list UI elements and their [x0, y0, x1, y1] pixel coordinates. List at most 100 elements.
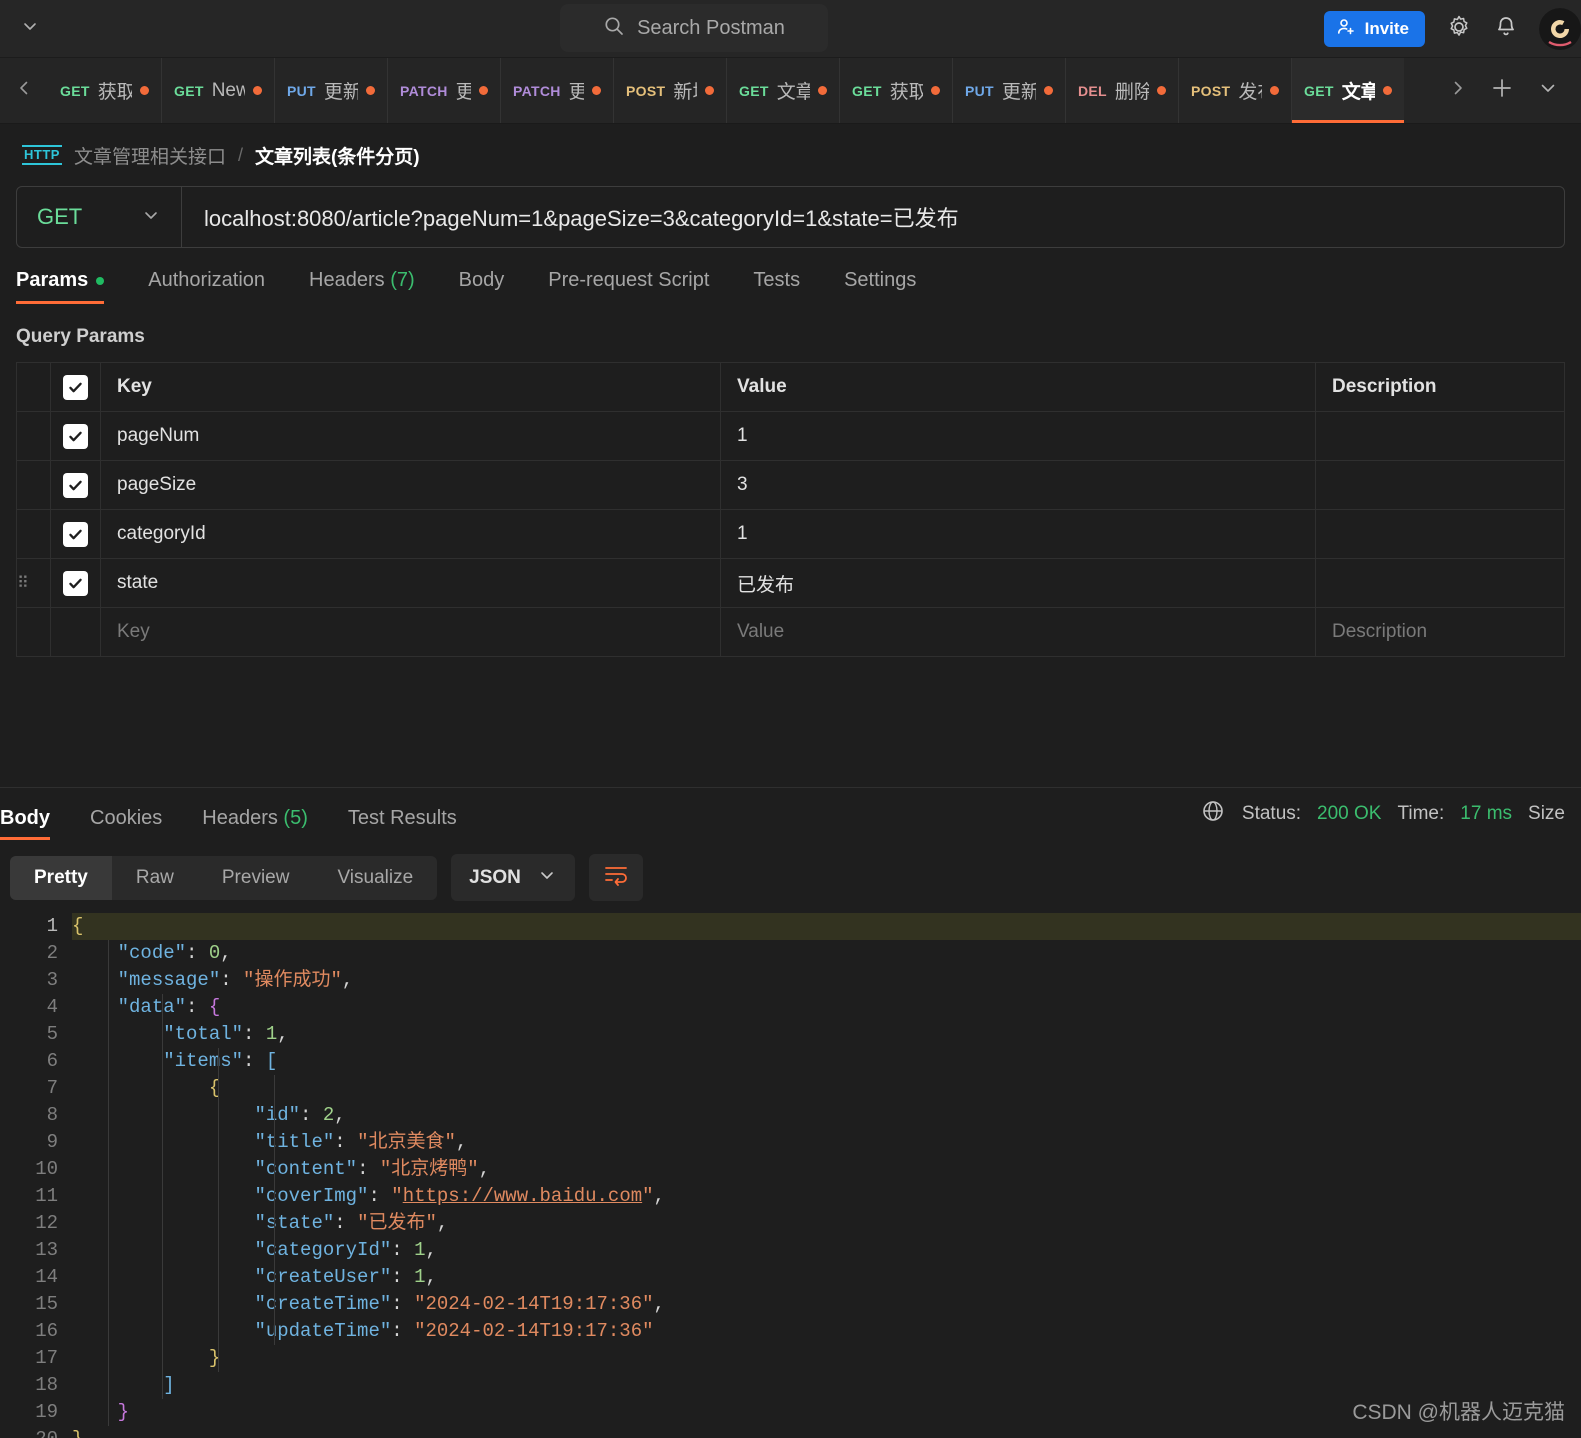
request-tab-body[interactable]: Body [437, 269, 527, 304]
param-key-input[interactable]: pageNum [100, 411, 721, 461]
chevron-down-icon [141, 205, 161, 230]
search-input[interactable]: Search Postman [560, 4, 828, 52]
word-wrap-button[interactable] [588, 854, 643, 901]
new-tab-button[interactable] [1481, 71, 1523, 110]
response-body-code[interactable]: { "code": 0, "message": "操作成功", "data": … [72, 913, 1581, 1438]
word-wrap-icon [603, 863, 629, 892]
row-enable-checkbox[interactable] [63, 472, 88, 498]
unsaved-changes-dot-icon [1157, 86, 1166, 95]
param-key-input[interactable]: pageSize [100, 460, 721, 510]
table-row[interactable]: pageSize 3 [16, 460, 1565, 510]
url-input[interactable]: localhost:8080/article?pageNum=1&pageSiz… [182, 187, 1564, 247]
drag-handle-icon[interactable]: ⠿ [17, 575, 31, 592]
request-tab-params[interactable]: Params [16, 269, 126, 304]
code-token: } [117, 1401, 130, 1423]
row-enable-cell[interactable] [50, 411, 101, 461]
unsaved-changes-dot-icon [931, 86, 940, 95]
request-tab-headers[interactable]: Headers (7) [287, 269, 437, 304]
code-token: , [653, 1293, 665, 1315]
param-value-input[interactable]: 1 [720, 411, 1316, 461]
time-label: Time: [1397, 803, 1445, 824]
row-enable-checkbox[interactable] [63, 423, 88, 449]
view-mode-pretty[interactable]: Pretty [10, 855, 112, 900]
row-enable-cell[interactable] [50, 509, 101, 559]
param-description-input[interactable] [1315, 558, 1565, 608]
user-avatar[interactable] [1539, 8, 1581, 50]
response-tab-headers[interactable]: Headers (5) [182, 807, 328, 840]
row-drag-cell[interactable] [16, 460, 51, 510]
row-enable-checkbox[interactable] [63, 521, 88, 547]
param-description-input[interactable] [1315, 411, 1565, 461]
chevron-down-icon [537, 865, 557, 890]
response-section-tabs: Body Cookies Headers (5) Test Results [0, 807, 477, 840]
request-tab-5[interactable]: POST 新增 [613, 58, 726, 123]
row-drag-cell[interactable] [16, 411, 51, 461]
response-view-mode-group: Pretty Raw Preview Visualize [10, 855, 438, 900]
param-value-input[interactable]: 3 [720, 460, 1316, 510]
request-tab-2[interactable]: PUT 更新F [274, 58, 387, 123]
request-tab-authorization[interactable]: Authorization [126, 269, 287, 304]
tab-list-dropdown-button[interactable] [1529, 73, 1567, 108]
tabs-scroll-right-button[interactable] [1441, 75, 1475, 106]
request-tab-8[interactable]: PUT 更新 [952, 58, 1065, 123]
request-tab-0[interactable]: GET 获取F [48, 58, 161, 123]
new-param-key-input[interactable]: Key [100, 607, 721, 657]
line-number: 3 [46, 969, 58, 991]
sidebar-collapse-toggle[interactable] [0, 16, 60, 41]
global-search[interactable]: Search Postman [560, 4, 828, 52]
params-present-dot-icon [96, 276, 105, 285]
row-enable-cell[interactable] [50, 558, 101, 608]
row-enable-checkbox[interactable] [63, 570, 88, 596]
tab-title-label: 新增 [673, 82, 697, 103]
view-mode-visualize[interactable]: Visualize [313, 856, 437, 900]
select-all-checkbox[interactable] [63, 374, 88, 400]
request-tab-settings[interactable]: Settings [822, 269, 938, 304]
row-drag-cell[interactable]: ⠿ [16, 558, 51, 608]
request-tab-1[interactable]: GET New [161, 58, 274, 123]
new-param-value-input[interactable]: Value [720, 607, 1316, 657]
settings-button[interactable] [1445, 13, 1473, 46]
table-row[interactable]: ⠿ state 已发布 [16, 558, 1565, 608]
invite-button-label: Invite [1364, 19, 1409, 38]
request-tab-tests[interactable]: Tests [731, 269, 822, 304]
invite-button[interactable]: Invite [1323, 11, 1425, 47]
response-body-viewer[interactable]: 1234567891011121314151617181920 { "code"… [0, 913, 1581, 1438]
param-description-input[interactable] [1315, 509, 1565, 559]
request-tab-3[interactable]: PATCH 更 [387, 58, 500, 123]
line-number: 11 [35, 1185, 58, 1207]
request-tab-pre-request-script[interactable]: Pre-request Script [526, 269, 731, 304]
globe-icon[interactable] [1200, 798, 1226, 830]
param-key-input[interactable]: categoryId [100, 509, 721, 559]
notifications-button[interactable] [1493, 14, 1519, 45]
code-link[interactable]: https://www.baidu.com [403, 1185, 642, 1207]
request-tab-9[interactable]: DEL 删除 [1065, 58, 1178, 123]
table-row[interactable]: categoryId 1 [16, 509, 1565, 559]
request-tab-10[interactable]: POST 发布 [1178, 58, 1291, 123]
response-format-selector[interactable]: JSON [451, 854, 575, 901]
tab-title-label: 更 [569, 77, 584, 104]
request-tab-11[interactable]: GET 文章 [1291, 58, 1404, 123]
tabs-scroll-left-button[interactable] [0, 58, 48, 123]
row-enable-cell[interactable] [50, 460, 101, 510]
response-tab-body[interactable]: Body [0, 807, 70, 840]
table-row[interactable]: pageNum 1 [16, 411, 1565, 461]
view-mode-preview[interactable]: Preview [198, 856, 314, 900]
view-mode-raw[interactable]: Raw [112, 856, 198, 900]
table-new-row[interactable]: Key Value Description [16, 607, 1565, 657]
code-line: "createUser": 1, [72, 1264, 1581, 1291]
request-tab-7[interactable]: GET 获取 [839, 58, 952, 123]
param-description-input[interactable] [1315, 460, 1565, 510]
param-value-input[interactable]: 1 [720, 509, 1316, 559]
breadcrumb-parent-folder[interactable]: 文章管理相关接口 [74, 142, 226, 169]
param-key-input[interactable]: state [100, 558, 721, 608]
new-param-description-input[interactable]: Description [1315, 607, 1565, 657]
row-drag-cell[interactable] [16, 509, 51, 559]
http-method-selector[interactable]: GET [17, 187, 182, 247]
response-tab-test-results[interactable]: Test Results [328, 807, 477, 840]
param-value-input[interactable]: 已发布 [720, 558, 1316, 608]
response-tab-cookies[interactable]: Cookies [70, 807, 182, 840]
request-tab-4[interactable]: PATCH 更 [500, 58, 613, 123]
request-tab-6[interactable]: GET 文章 [726, 58, 839, 123]
